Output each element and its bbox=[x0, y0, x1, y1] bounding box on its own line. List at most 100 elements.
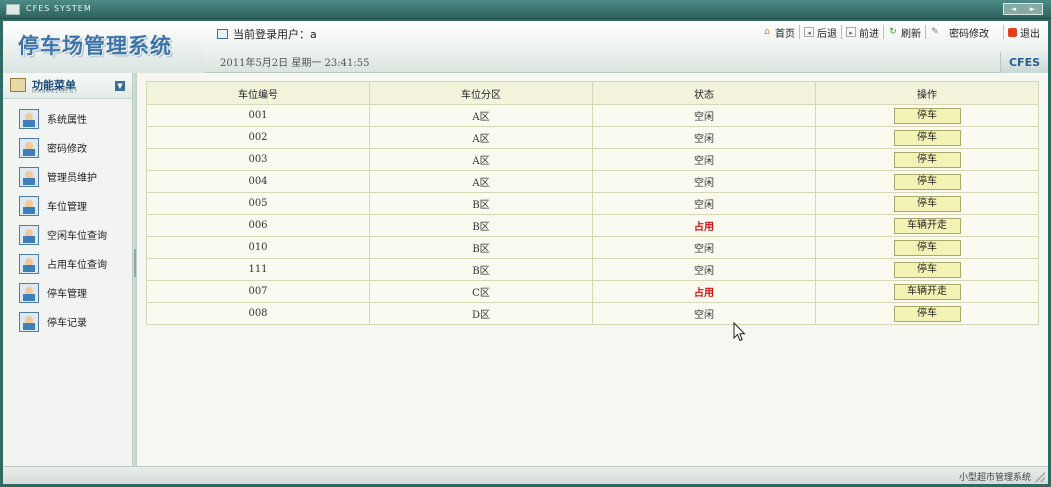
column-header-space-id: 车位编号 bbox=[146, 81, 370, 105]
action-cell: 停车 bbox=[815, 126, 1039, 149]
drive-away-button[interactable]: 车辆开走 bbox=[893, 283, 961, 300]
table-row: 001 A区 空闲 停车 bbox=[146, 104, 1039, 127]
park-button[interactable]: 停车 bbox=[893, 239, 961, 256]
status-cell: 空闲 bbox=[592, 236, 816, 259]
action-cell: 停车 bbox=[815, 148, 1039, 171]
sidebar-item-admin-maintenance[interactable]: 管理员维护 bbox=[3, 162, 132, 191]
sidebar-item-free-space-query[interactable]: 空闲车位查询 bbox=[3, 220, 132, 249]
mouse-cursor-icon bbox=[733, 322, 746, 342]
refresh-button[interactable]: ↻ 刷新 bbox=[884, 25, 926, 40]
user-card-icon bbox=[19, 282, 39, 303]
user-card-icon bbox=[19, 311, 39, 332]
zone-cell: D区 bbox=[369, 302, 593, 325]
table-row: 010 B区 空闲 停车 bbox=[146, 236, 1039, 259]
status-bar-text: 小型超市管理系统 bbox=[958, 473, 1031, 483]
drive-away-button[interactable]: 车辆开走 bbox=[893, 217, 961, 234]
logout-icon bbox=[1008, 27, 1017, 37]
menu-folder-icon bbox=[10, 78, 26, 92]
main-content: 车位编号 车位分区 状态 操作 001 A区 空闲 停车 002 A区 空闲 停车 003 A区空… bbox=[146, 81, 1039, 325]
zone-cell: C区 bbox=[369, 280, 593, 303]
user-card-icon bbox=[19, 166, 39, 187]
action-cell: 停车 bbox=[815, 170, 1039, 193]
table-row: 008 D区 空闲 停车 bbox=[146, 302, 1039, 325]
sidebar-item-change-password[interactable]: 密码修改 bbox=[3, 133, 132, 162]
logo-area: 停车场管理系统 bbox=[3, 21, 205, 73]
menu-header: 功能菜单 MANAGEMENT ▼ bbox=[3, 73, 132, 99]
park-button[interactable]: 停车 bbox=[893, 107, 961, 124]
window-titlebar: CFES SYSTEM ◄ ► bbox=[0, 0, 1051, 19]
action-cell: 车辆开走 bbox=[815, 214, 1039, 237]
refresh-icon: ↻ bbox=[889, 27, 897, 37]
menu-list: 系统属性 密码修改 管理员维护 车位管理 空闲车位查询 占用车位查询 停车管理 … bbox=[3, 99, 132, 336]
space-id-cell: 111 bbox=[146, 258, 370, 281]
park-button[interactable]: 停车 bbox=[893, 173, 961, 190]
column-header-status: 状态 bbox=[592, 81, 816, 105]
status-cell: 空闲 bbox=[592, 192, 816, 215]
status-cell: 空闲 bbox=[592, 170, 816, 193]
table-row: 005 B区 空闲 停车 bbox=[146, 192, 1039, 215]
splitter-grip[interactable] bbox=[134, 249, 136, 277]
park-button[interactable]: 停车 bbox=[893, 261, 961, 278]
next-arrow-icon[interactable]: ► bbox=[1023, 4, 1042, 14]
home-button[interactable]: ⌂ 首页 bbox=[758, 25, 800, 40]
app-title: 停车场管理系统 bbox=[18, 34, 172, 58]
back-button[interactable]: ◂ 后退 bbox=[800, 25, 842, 40]
table-row: 003 A区 空闲 停车 bbox=[146, 148, 1039, 171]
table-row: 006 B区 占用 车辆开走 bbox=[146, 214, 1039, 237]
datetime: 2011年5月2日 星期一 23:41:55 bbox=[220, 58, 370, 69]
app-body: 停车场管理系统 当前登录用户：a 2011年5月2日 星期一 23:41:55 … bbox=[3, 21, 1048, 484]
action-cell: 车辆开走 bbox=[815, 280, 1039, 303]
table-row: 007 C区 占用 车辆开走 bbox=[146, 280, 1039, 303]
window-frame: 停车场管理系统 当前登录用户：a 2011年5月2日 星期一 23:41:55 … bbox=[0, 19, 1051, 487]
change-password-button[interactable]: ✎ 密码修改 bbox=[926, 25, 1004, 40]
collapse-toggle-icon[interactable]: ▼ bbox=[115, 81, 125, 91]
park-button[interactable]: 停车 bbox=[893, 151, 961, 168]
current-user: 当前登录用户：a bbox=[217, 26, 317, 42]
user-card-icon bbox=[19, 224, 39, 245]
space-id-cell: 006 bbox=[146, 214, 370, 237]
sidebar-item-parking-records[interactable]: 停车记录 bbox=[3, 307, 132, 336]
resize-grip-icon[interactable] bbox=[1035, 472, 1045, 482]
back-icon: ◂ bbox=[804, 27, 814, 37]
window-icon bbox=[6, 4, 20, 15]
sidebar-splitter[interactable] bbox=[133, 73, 137, 484]
user-card-icon bbox=[19, 253, 39, 274]
zone-cell: A区 bbox=[369, 104, 593, 127]
table-row: 002 A区 空闲 停车 bbox=[146, 126, 1039, 149]
zone-cell: A区 bbox=[369, 170, 593, 193]
toolbar: ⌂ 首页 ◂ 后退 ▸ 前进 ↻ 刷新 ✎ 密码修改 退出 bbox=[758, 25, 1044, 40]
window-title: CFES SYSTEM bbox=[26, 4, 92, 13]
parking-space-table: 车位编号 车位分区 状态 操作 001 A区 空闲 停车 002 A区 空闲 停车 003 A区空… bbox=[146, 81, 1039, 325]
home-icon: ⌂ bbox=[764, 27, 770, 37]
sidebar: 功能菜单 MANAGEMENT ▼ 系统属性 密码修改 管理员维护 车位管理 空… bbox=[3, 73, 133, 484]
sidebar-item-space-management[interactable]: 车位管理 bbox=[3, 191, 132, 220]
zone-cell: A区 bbox=[369, 126, 593, 149]
park-button[interactable]: 停车 bbox=[893, 195, 961, 212]
cfes-badge: CFES bbox=[1000, 52, 1048, 73]
table-row: 111 B区 空闲 停车 bbox=[146, 258, 1039, 281]
password-icon: ✎ bbox=[931, 27, 939, 37]
zone-cell: B区 bbox=[369, 258, 593, 281]
space-id-cell: 010 bbox=[146, 236, 370, 259]
window-controls[interactable]: ◄ ► bbox=[1003, 3, 1043, 15]
park-button[interactable]: 停车 bbox=[893, 129, 961, 146]
status-cell: 占用 bbox=[592, 214, 816, 237]
logout-button[interactable]: 退出 bbox=[1004, 25, 1044, 40]
table-header-row: 车位编号 车位分区 状态 操作 bbox=[146, 81, 1039, 105]
sidebar-item-parking-management[interactable]: 停车管理 bbox=[3, 278, 132, 307]
zone-cell: B区 bbox=[369, 192, 593, 215]
sidebar-item-occupied-space-query[interactable]: 占用车位查询 bbox=[3, 249, 132, 278]
status-cell: 空闲 bbox=[592, 302, 816, 325]
sidebar-item-system-properties[interactable]: 系统属性 bbox=[3, 104, 132, 133]
space-id-cell: 001 bbox=[146, 104, 370, 127]
action-cell: 停车 bbox=[815, 302, 1039, 325]
user-card-icon bbox=[19, 137, 39, 158]
forward-button[interactable]: ▸ 前进 bbox=[842, 25, 884, 40]
action-cell: 停车 bbox=[815, 104, 1039, 127]
prev-arrow-icon[interactable]: ◄ bbox=[1004, 4, 1023, 14]
status-cell: 空闲 bbox=[592, 104, 816, 127]
status-bar: 小型超市管理系统 bbox=[3, 466, 1048, 484]
park-button[interactable]: 停车 bbox=[893, 305, 961, 322]
space-id-cell: 003 bbox=[146, 148, 370, 171]
user-card-icon bbox=[19, 195, 39, 216]
